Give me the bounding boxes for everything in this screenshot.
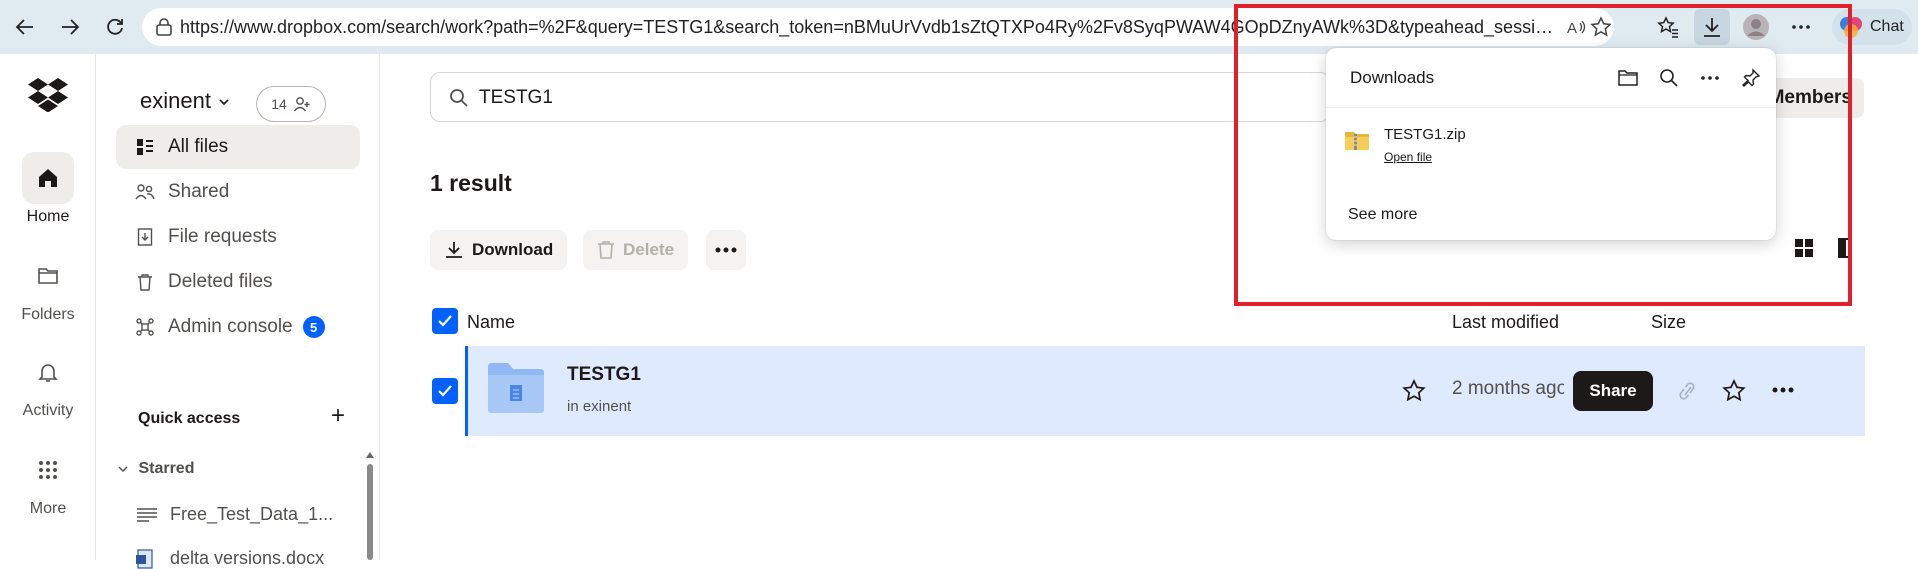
starred-file-name: Free_Test_Data_1... — [170, 504, 334, 524]
column-header-modified[interactable]: Last modified — [1452, 312, 1559, 333]
rail-item-home[interactable]: Home — [0, 152, 96, 226]
select-all-checkbox[interactable] — [432, 308, 458, 334]
sidebar-scrollbar[interactable] — [366, 450, 374, 560]
reload-button[interactable] — [99, 11, 131, 43]
file-name[interactable]: TESTG1 — [567, 364, 641, 386]
checkmark-icon — [438, 315, 452, 327]
last-modified: 2 months ago — [1452, 378, 1564, 399]
download-icon — [446, 242, 462, 258]
forward-arrow-icon — [62, 19, 80, 35]
notification-badge: 5 — [302, 316, 325, 338]
search-input[interactable]: TESTG1 — [430, 72, 1330, 122]
back-button[interactable] — [9, 11, 41, 43]
file-location: in exinent — [567, 398, 632, 415]
starred-file-name: delta versions.docx — [170, 548, 325, 568]
reload-icon — [107, 18, 123, 35]
rail-item-more[interactable]: More — [0, 444, 96, 518]
sidebar-label-shared: Shared — [168, 181, 230, 202]
sidebar-label-admin-console: Admin console — [168, 316, 293, 337]
rail-label-home: Home — [26, 208, 70, 225]
download-label: Download — [472, 240, 554, 259]
trash-icon — [134, 271, 156, 293]
team-name: exinent — [140, 88, 211, 113]
shared-folder-icon — [488, 363, 544, 413]
download-button[interactable]: Download — [430, 230, 568, 270]
chevron-down-icon — [219, 99, 229, 106]
member-count: 14 — [271, 96, 287, 112]
invite-members-button[interactable]: 14 — [256, 86, 326, 122]
admin-icon — [134, 316, 156, 338]
team-switcher[interactable]: exinent — [140, 88, 231, 114]
dropbox-logo[interactable] — [28, 78, 68, 112]
table-header: Name Last modified Size — [430, 300, 1865, 342]
starred-section-toggle[interactable]: Starred — [118, 460, 194, 478]
forward-button[interactable] — [54, 11, 86, 43]
star-icon[interactable] — [1722, 379, 1746, 403]
sidebar-item-file-requests[interactable]: File requests — [116, 215, 360, 259]
bell-icon — [22, 346, 74, 398]
shared-icon — [134, 181, 156, 203]
file-request-icon — [134, 226, 156, 248]
starred-label: Starred — [138, 460, 195, 477]
text-document-icon — [136, 507, 158, 523]
sidebar-item-deleted-files[interactable]: Deleted files — [116, 260, 360, 304]
all-files-icon — [134, 136, 156, 158]
quick-access-add-button[interactable]: + — [324, 402, 352, 430]
sidebar-label-all-files: All files — [168, 136, 229, 157]
rail-label-activity: Activity — [22, 402, 74, 419]
row-more-actions-icon[interactable] — [1772, 387, 1794, 393]
back-arrow-icon — [15, 19, 33, 35]
star-icon[interactable] — [1402, 379, 1426, 403]
site-info-icon[interactable] — [154, 17, 174, 37]
rail-label-folders: Folders — [21, 306, 75, 323]
copy-link-icon[interactable] — [1676, 379, 1698, 403]
word-document-icon — [136, 548, 158, 569]
starred-file-item[interactable]: delta versions.docx — [136, 548, 324, 569]
row-checkbox[interactable] — [432, 378, 458, 404]
annotation-highlight-box — [1234, 4, 1852, 306]
sidebar: exinent 14 All files Shared File request… — [96, 54, 380, 569]
dropbox-logo-icon — [28, 78, 68, 112]
trash-icon — [598, 241, 614, 259]
checkmark-icon — [438, 385, 452, 397]
rail-item-activity[interactable]: Activity — [0, 346, 96, 420]
sidebar-item-shared[interactable]: Shared — [116, 170, 360, 214]
rail-label-more: More — [29, 500, 67, 517]
chat-label: Chat — [1870, 18, 1904, 35]
results-count: 1 result — [430, 170, 512, 196]
left-rail: Home Folders Activity More — [0, 54, 96, 560]
home-icon — [22, 152, 74, 204]
quick-access-heading: Quick access — [138, 410, 241, 427]
chevron-down-icon — [118, 466, 128, 472]
search-query[interactable]: TESTG1 — [479, 73, 553, 123]
column-header-name[interactable]: Name — [467, 312, 515, 333]
grid-icon — [22, 444, 74, 496]
table-row[interactable]: TESTG1 in exinent 2 months ago Share — [465, 346, 1865, 436]
rail-item-folders[interactable]: Folders — [0, 250, 96, 324]
sidebar-item-admin-console[interactable]: Admin console 5 — [116, 305, 360, 349]
more-horizontal-icon — [715, 247, 737, 253]
search-icon — [450, 89, 468, 107]
share-button[interactable]: Share — [1573, 371, 1653, 411]
sidebar-label-deleted-files: Deleted files — [168, 271, 273, 292]
sidebar-item-all-files[interactable]: All files — [116, 125, 360, 169]
column-header-size[interactable]: Size — [1651, 312, 1686, 333]
delete-button[interactable]: Delete — [583, 230, 689, 270]
add-person-icon — [293, 97, 310, 112]
delete-label: Delete — [623, 240, 675, 259]
starred-file-item[interactable]: Free_Test_Data_1... — [136, 504, 333, 525]
folder-icon — [22, 250, 74, 302]
more-actions-button[interactable] — [706, 230, 746, 270]
sidebar-label-file-requests: File requests — [168, 226, 277, 247]
